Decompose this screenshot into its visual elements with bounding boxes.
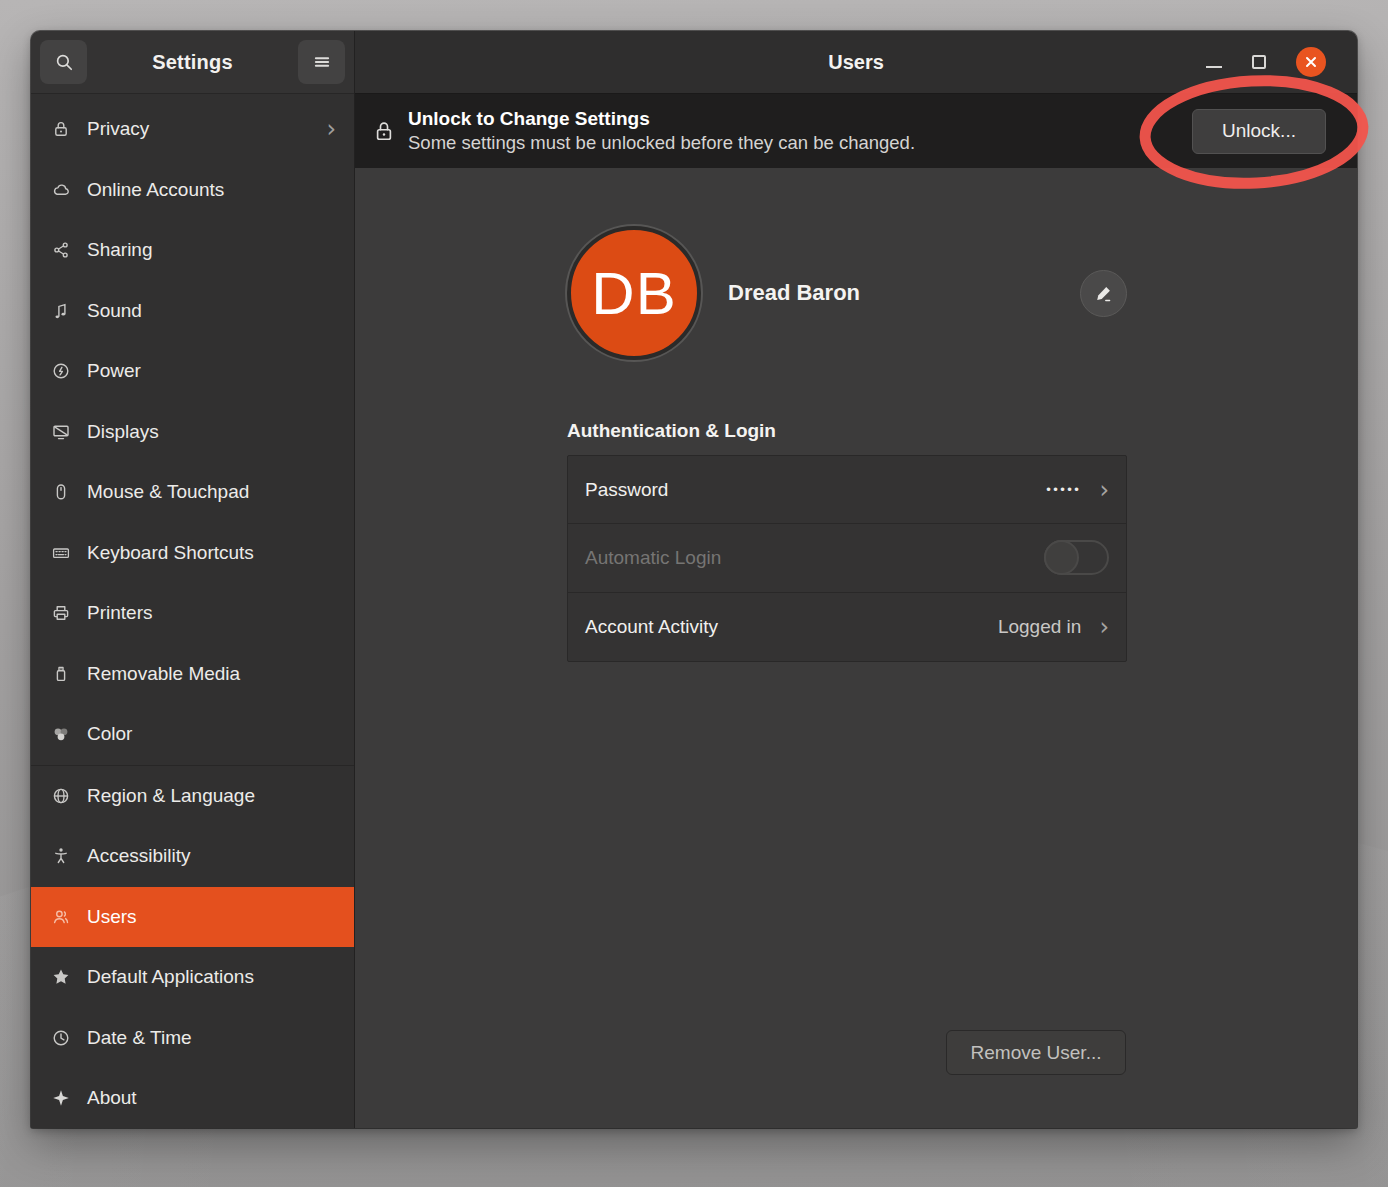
sidebar-item-label: Date & Time — [87, 1027, 336, 1049]
menu-button[interactable] — [298, 40, 345, 84]
sidebar-item-label: Sound — [87, 300, 336, 322]
sidebar-item-label: Online Accounts — [87, 179, 336, 201]
sidebar-item-label: Mouse & Touchpad — [87, 481, 336, 503]
sidebar-list: Privacy › Online Accounts Sharing Sound … — [31, 94, 354, 1129]
close-icon — [1304, 55, 1318, 69]
auth-login-group: Password ••••• › Automatic Login Account… — [567, 455, 1127, 662]
sidebar-item-online-accounts[interactable]: Online Accounts — [31, 160, 354, 221]
toggle-knob — [1044, 540, 1079, 575]
sidebar-item-label: Region & Language — [87, 785, 336, 807]
sidebar-item-accessibility[interactable]: Accessibility — [31, 826, 354, 887]
sidebar-item-users[interactable]: Users — [31, 887, 354, 948]
printer-icon — [51, 603, 71, 623]
accessibility-icon — [51, 846, 71, 866]
sidebar-item-region-language[interactable]: Region & Language — [31, 766, 354, 827]
sidebar-item-label: Accessibility — [87, 845, 336, 867]
sidebar-item-label: Keyboard Shortcuts — [87, 542, 336, 564]
sidebar-item-label: About — [87, 1087, 336, 1109]
user-row: DB Dread Baron — [567, 226, 1127, 360]
minimize-icon[interactable] — [1206, 66, 1222, 68]
share-icon — [51, 240, 71, 260]
banner-title: Unlock to Change Settings — [408, 108, 915, 130]
sidebar-item-privacy[interactable]: Privacy › — [31, 99, 354, 160]
sidebar-item-mouse-touchpad[interactable]: Mouse & Touchpad — [31, 462, 354, 523]
password-row[interactable]: Password ••••• › — [568, 456, 1126, 524]
page-title: Users — [828, 51, 884, 74]
unlock-banner: Unlock to Change Settings Some settings … — [355, 94, 1357, 168]
sidebar-item-removable-media[interactable]: Removable Media — [31, 644, 354, 705]
hamburger-menu-icon — [311, 51, 333, 73]
sidebar-item-label: Sharing — [87, 239, 336, 261]
users-content: DB Dread Baron Authentication & Login Pa… — [355, 168, 1357, 1128]
sidebar-item-label: Removable Media — [87, 663, 336, 685]
main-panel: Users Unlock to Change Settings Some set… — [355, 31, 1357, 1128]
sidebar-item-sharing[interactable]: Sharing — [31, 220, 354, 281]
sidebar-header: Settings — [31, 31, 354, 94]
sidebar-item-label: Default Applications — [87, 966, 336, 988]
account-activity-row[interactable]: Account Activity Logged in › — [568, 593, 1126, 661]
power-icon — [51, 361, 71, 381]
sidebar-item-about[interactable]: About — [31, 1068, 354, 1129]
row-label: Automatic Login — [585, 547, 721, 569]
chevron-right-icon: › — [1099, 476, 1109, 504]
sidebar-item-sound[interactable]: Sound — [31, 281, 354, 342]
avatar[interactable]: DB — [567, 226, 701, 360]
sidebar-item-label: Color — [87, 723, 336, 745]
sidebar-item-date-time[interactable]: Date & Time — [31, 1008, 354, 1069]
row-label: Password — [585, 479, 668, 501]
window-controls — [1206, 31, 1326, 93]
keyboard-icon — [51, 543, 71, 563]
maximize-icon[interactable] — [1252, 55, 1266, 69]
mouse-icon — [51, 482, 71, 502]
search-icon — [53, 51, 75, 73]
clock-icon — [51, 1028, 71, 1048]
remove-user-button[interactable]: Remove User... — [946, 1030, 1126, 1075]
lock-icon — [51, 119, 71, 139]
close-button[interactable] — [1296, 47, 1326, 77]
users-icon — [51, 907, 71, 927]
lock-icon — [373, 119, 395, 144]
section-title: Authentication & Login — [567, 420, 776, 442]
star-icon — [51, 967, 71, 987]
sidebar-item-displays[interactable]: Displays — [31, 402, 354, 463]
edit-name-button[interactable] — [1080, 270, 1127, 317]
chevron-right-icon: › — [1099, 613, 1109, 641]
pencil-icon — [1093, 283, 1114, 304]
sidebar-item-default-applications[interactable]: Default Applications — [31, 947, 354, 1008]
banner-subtitle: Some settings must be unlocked before th… — [408, 132, 915, 154]
sidebar-item-label: Printers — [87, 602, 336, 624]
password-dots: ••••• — [1046, 482, 1081, 497]
sidebar-item-keyboard-shortcuts[interactable]: Keyboard Shortcuts — [31, 523, 354, 584]
sidebar: Settings Privacy › Online Accounts Shari… — [31, 31, 355, 1128]
automatic-login-toggle[interactable] — [1044, 540, 1109, 575]
sidebar-item-power[interactable]: Power — [31, 341, 354, 402]
globe-icon — [51, 786, 71, 806]
sidebar-item-printers[interactable]: Printers — [31, 583, 354, 644]
row-label: Account Activity — [585, 616, 718, 638]
color-icon — [51, 724, 71, 744]
removable-media-icon — [51, 664, 71, 684]
banner-text: Unlock to Change Settings Some settings … — [408, 108, 915, 154]
music-note-icon — [51, 301, 71, 321]
sidebar-item-label: Power — [87, 360, 336, 382]
user-name: Dread Baron — [728, 280, 860, 306]
headerbar: Users — [355, 31, 1357, 94]
unlock-button[interactable]: Unlock... — [1192, 109, 1326, 154]
search-button[interactable] — [40, 40, 87, 84]
chevron-right-icon: › — [326, 117, 336, 141]
sidebar-item-label: Users — [87, 906, 336, 928]
sidebar-item-label: Privacy — [87, 118, 310, 140]
automatic-login-row: Automatic Login — [568, 524, 1126, 592]
settings-window: Settings Privacy › Online Accounts Shari… — [31, 31, 1357, 1128]
sparkle-icon — [51, 1088, 71, 1108]
sidebar-item-color[interactable]: Color — [31, 704, 354, 765]
display-icon — [51, 422, 71, 442]
sidebar-title: Settings — [152, 51, 233, 74]
cloud-icon — [51, 180, 71, 200]
row-value: Logged in — [998, 616, 1081, 638]
sidebar-item-label: Displays — [87, 421, 336, 443]
